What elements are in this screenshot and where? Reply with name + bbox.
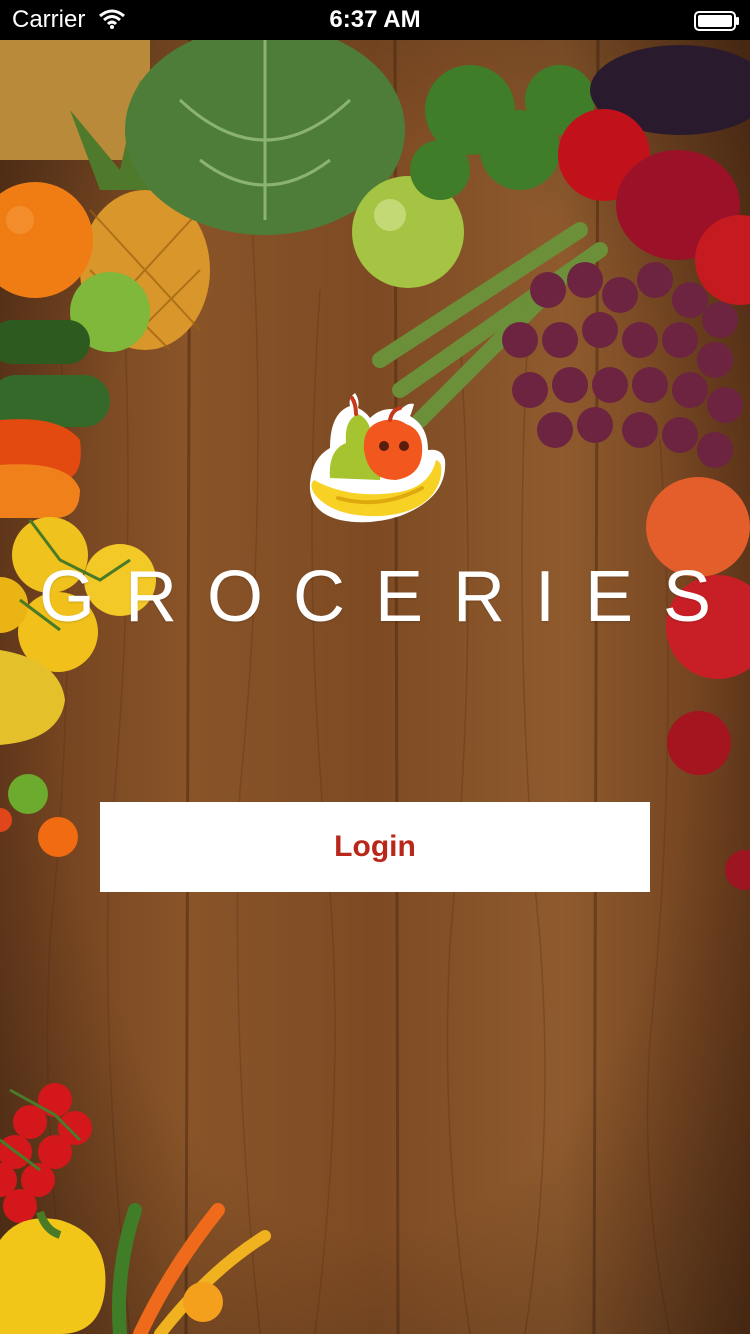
status-bar: Carrier 6:37 AM — [0, 0, 750, 40]
background-produce-image — [0, 40, 750, 1334]
battery-icon — [694, 10, 739, 31]
login-button[interactable]: Login — [100, 802, 650, 892]
app-title: GROCERIES — [38, 557, 742, 637]
status-time: 6:37 AM — [329, 6, 421, 33]
fruit-basket-logo — [300, 388, 450, 528]
